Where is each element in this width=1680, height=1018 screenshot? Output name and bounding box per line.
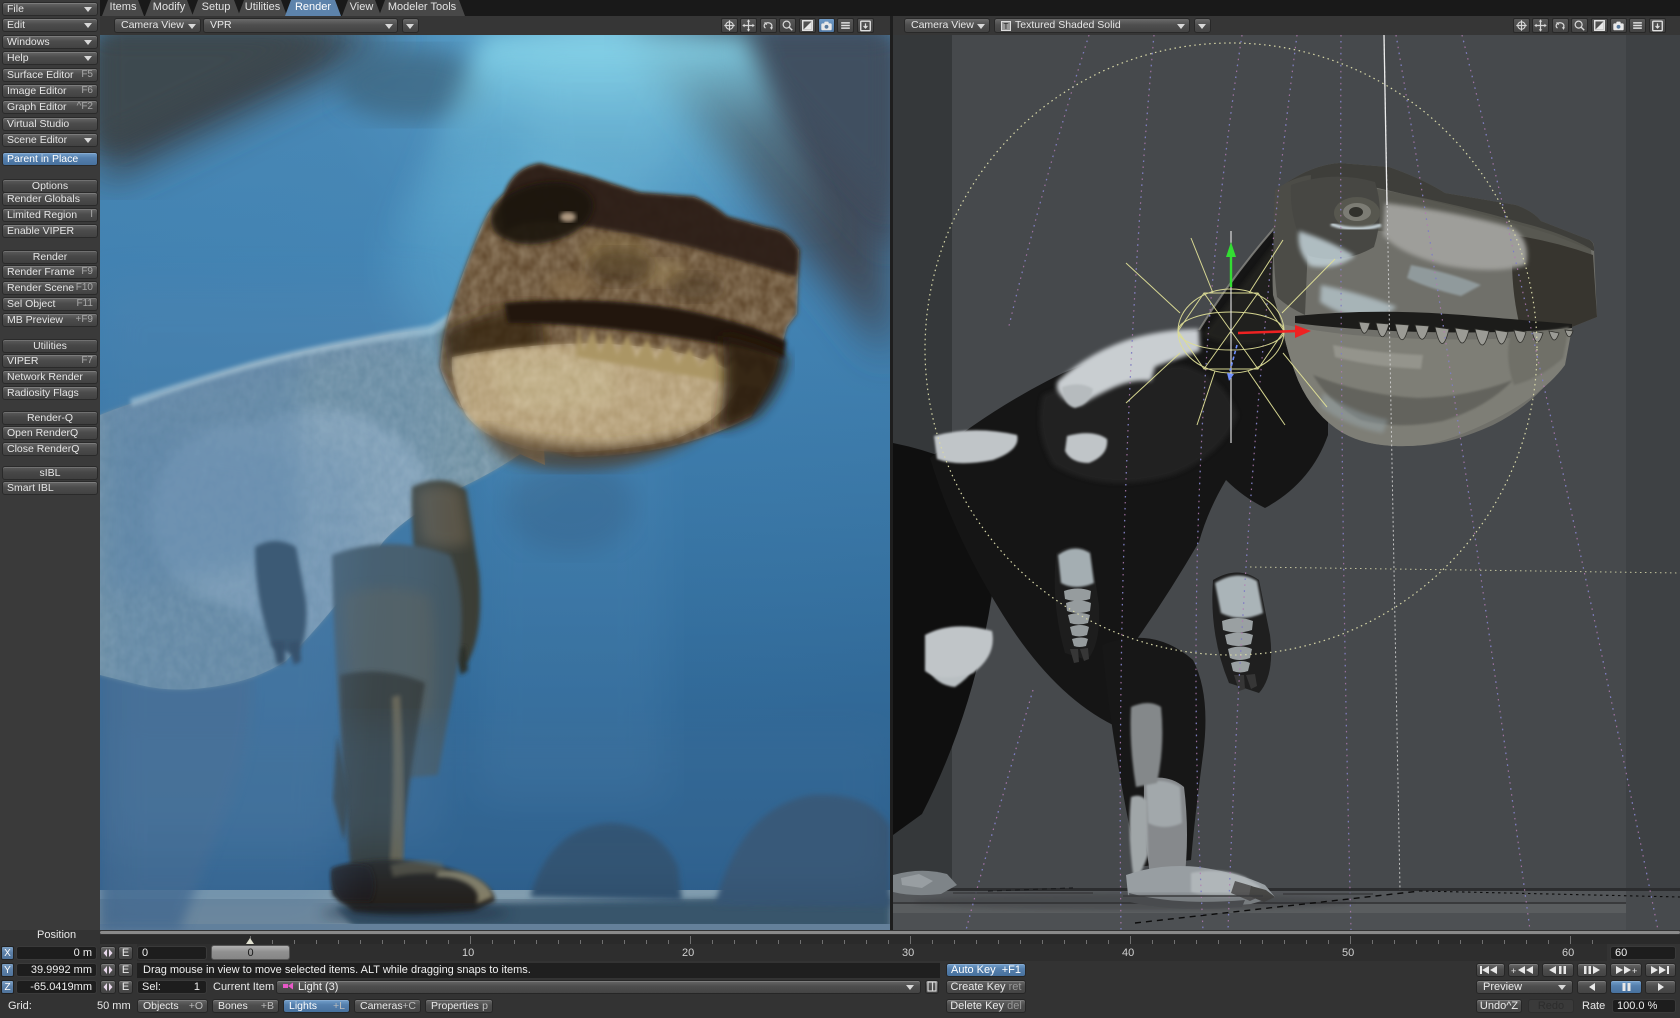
svg-text:+: + xyxy=(1511,966,1516,976)
svg-text:+: + xyxy=(1632,966,1637,976)
